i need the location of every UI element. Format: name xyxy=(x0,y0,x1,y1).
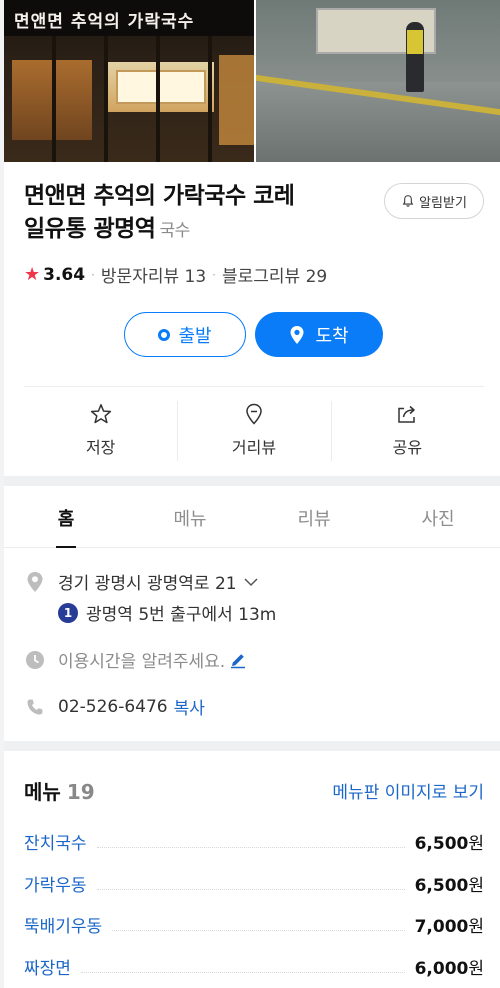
map-pin-icon xyxy=(24,571,46,593)
subway-line-badge: 1 xyxy=(58,602,78,623)
copy-phone-button[interactable]: 복사 xyxy=(174,694,205,719)
arrive-label: 도착 xyxy=(315,325,349,347)
tab-photo[interactable]: 사진 xyxy=(376,488,500,547)
tab-review[interactable]: 리뷰 xyxy=(252,488,376,547)
menu-item-price: 6,500원 xyxy=(414,834,484,854)
menu-item-name: 잔치국수 xyxy=(24,834,87,854)
street-view-button[interactable]: 거리뷰 xyxy=(177,397,330,463)
station-photo[interactable] xyxy=(256,0,500,162)
notify-label: 알림받기 xyxy=(419,195,467,211)
origin-ring-icon xyxy=(158,328,171,341)
place-detail-page: 면앤면 추억의 가락국수 면앤면 추억의 가락국수 코레 일유통 광명역 국수 알… xyxy=(4,0,500,988)
hours-row[interactable]: 이용시간을 알려주세요. xyxy=(24,647,247,672)
divider xyxy=(24,386,484,387)
street-view-label: 거리뷰 xyxy=(231,438,277,457)
hours-prompt: 이용시간을 알려주세요. xyxy=(58,652,226,672)
menu-image-link[interactable]: 메뉴판 이미지로 보기 xyxy=(332,778,484,803)
place-category: 국수 xyxy=(159,221,190,241)
depart-label: 출발 xyxy=(178,325,212,347)
tab-home[interactable]: 홈 xyxy=(4,488,128,548)
menu-item[interactable]: 뚝배기우동 7,000원 xyxy=(24,912,484,937)
menu-header: 메뉴 19 메뉴판 이미지로 보기 xyxy=(24,776,484,805)
menu-item-name: 짜장면 xyxy=(24,959,71,979)
street-view-pin-icon xyxy=(246,403,262,425)
save-button[interactable]: 저장 xyxy=(24,397,177,463)
store-sign-text: 면앤면 추억의 가락국수 xyxy=(14,12,195,32)
share-icon xyxy=(398,405,416,423)
menu-item[interactable]: 잔치국수 6,500원 xyxy=(24,829,484,854)
separator-dot: · xyxy=(91,267,95,282)
subway-row: 1 광명역 5번 출구에서 13m xyxy=(58,600,276,625)
address-row[interactable]: 경기 광명시 광명역로 21 xyxy=(24,569,259,594)
place-title-block: 면앤면 추억의 가락국수 코레 일유통 광명역 국수 xyxy=(24,180,374,248)
place-name-line1: 면앤면 추억의 가락국수 코레 xyxy=(24,183,295,209)
section-gap xyxy=(4,741,500,751)
phone-icon xyxy=(24,696,46,718)
photo-strip[interactable]: 면앤면 추억의 가락국수 xyxy=(4,0,500,162)
menu-item-name: 뚝배기우동 xyxy=(24,917,103,937)
save-label: 저장 xyxy=(85,438,116,457)
menu-item-price: 6,500원 xyxy=(414,876,484,896)
clock-icon xyxy=(24,649,46,671)
leader-dots xyxy=(80,972,405,973)
tab-menu[interactable]: 메뉴 xyxy=(128,488,252,547)
phone-row: 02-526-6476 복사 xyxy=(24,694,205,719)
menu-title: 메뉴 xyxy=(24,780,61,804)
place-name-line2: 일유통 광명역 xyxy=(24,216,156,242)
section-gap xyxy=(4,476,500,486)
menu-count: 19 xyxy=(66,780,95,804)
place-name: 면앤면 추억의 가락국수 코레 일유통 광명역 국수 xyxy=(24,180,374,248)
action-row: 저장 거리뷰 공유 xyxy=(24,397,484,463)
leader-dots xyxy=(112,930,405,931)
rating-score: 3.64 xyxy=(43,264,86,285)
notify-button[interactable]: 알림받기 xyxy=(384,183,484,219)
chevron-down-icon[interactable] xyxy=(243,577,259,587)
menu-item[interactable]: 짜장면 6,000원 xyxy=(24,954,484,979)
tab-bar: 홈 메뉴 리뷰 사진 xyxy=(4,488,500,548)
subway-directions: 광명역 5번 출구에서 13m xyxy=(86,605,277,625)
share-label: 공유 xyxy=(392,438,423,457)
menu-item-price: 7,000원 xyxy=(414,917,484,937)
depart-button[interactable]: 출발 xyxy=(124,312,246,357)
storefront-photo[interactable]: 면앤면 추억의 가락국수 xyxy=(4,0,254,162)
menu-item-price: 6,000원 xyxy=(414,959,484,979)
bell-icon xyxy=(402,195,414,207)
separator-dot: · xyxy=(212,267,216,282)
blog-review-link[interactable]: 블로그리뷰 29 xyxy=(222,262,327,287)
leader-dots xyxy=(96,847,405,848)
visitor-review-link[interactable]: 방문자리뷰 13 xyxy=(101,262,206,287)
rating-line: ★ 3.64 · 방문자리뷰 13 · 블로그리뷰 29 xyxy=(24,262,327,287)
menu-item[interactable]: 가락우동 6,500원 xyxy=(24,871,484,896)
star-icon: ★ xyxy=(24,264,41,285)
menu-item-name: 가락우동 xyxy=(24,876,87,896)
phone-number[interactable]: 02-526-6476 xyxy=(58,697,168,717)
leader-dots xyxy=(96,889,405,890)
location-pin-icon xyxy=(290,325,304,344)
pencil-icon[interactable] xyxy=(229,651,247,669)
share-button[interactable]: 공유 xyxy=(330,397,484,463)
address-text: 경기 광명시 광명역로 21 xyxy=(58,574,237,594)
store-sign: 면앤면 추억의 가락국수 xyxy=(4,0,254,36)
star-outline-icon xyxy=(90,404,111,424)
arrive-button[interactable]: 도착 xyxy=(255,312,383,357)
